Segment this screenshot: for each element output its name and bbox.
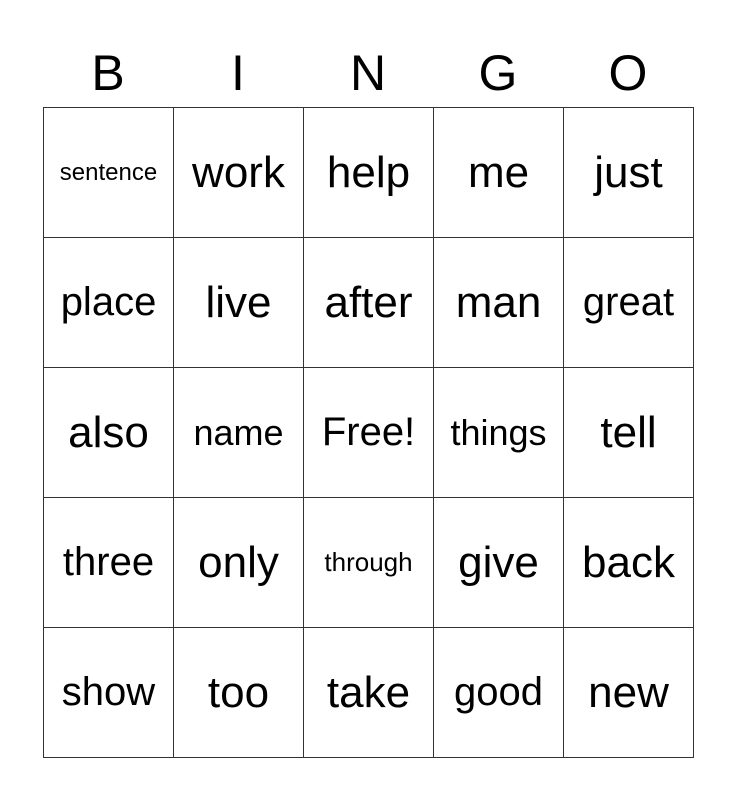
bingo-cell: help [303, 107, 434, 238]
bingo-cell: just [563, 107, 694, 238]
bingo-cell: man [433, 237, 564, 368]
bingo-header: B I N G O [43, 40, 693, 106]
header-letter-o: O [608, 45, 648, 101]
header-letter-n: N [349, 45, 387, 101]
header-letter-i: I [231, 45, 245, 101]
bingo-card: sentence work help me just place live af… [43, 107, 694, 758]
bingo-cell: great [563, 237, 694, 368]
bingo-cell: name [173, 367, 304, 498]
bingo-cell free-space: Free! [303, 367, 434, 498]
bingo-cell: live [173, 237, 304, 368]
bingo-cell: show [43, 627, 174, 758]
bingo-cell: sentence [43, 107, 174, 238]
bingo-cell: through [303, 497, 434, 628]
bingo-cell: after [303, 237, 434, 368]
header-letter-g: G [478, 45, 518, 101]
bingo-cell: also [43, 367, 174, 498]
bingo-cell: tell [563, 367, 694, 498]
header-letter-b: B [91, 45, 125, 101]
bingo-cell: too [173, 627, 304, 758]
bingo-cell: place [43, 237, 174, 368]
bingo-cell: only [173, 497, 304, 628]
bingo-row: three only through give back [43, 497, 694, 628]
bingo-cell: back [563, 497, 694, 628]
bingo-cell: good [433, 627, 564, 758]
bingo-row: sentence work help me just [43, 107, 694, 238]
bingo-cell: give [433, 497, 564, 628]
bingo-row: also name Free! things tell [43, 367, 694, 498]
bingo-cell: me [433, 107, 564, 238]
bingo-cell: new [563, 627, 694, 758]
bingo-cell: things [433, 367, 564, 498]
bingo-cell: work [173, 107, 304, 238]
bingo-cell: take [303, 627, 434, 758]
bingo-cell: three [43, 497, 174, 628]
bingo-row: show too take good new [43, 627, 694, 758]
bingo-row: place live after man great [43, 237, 694, 368]
